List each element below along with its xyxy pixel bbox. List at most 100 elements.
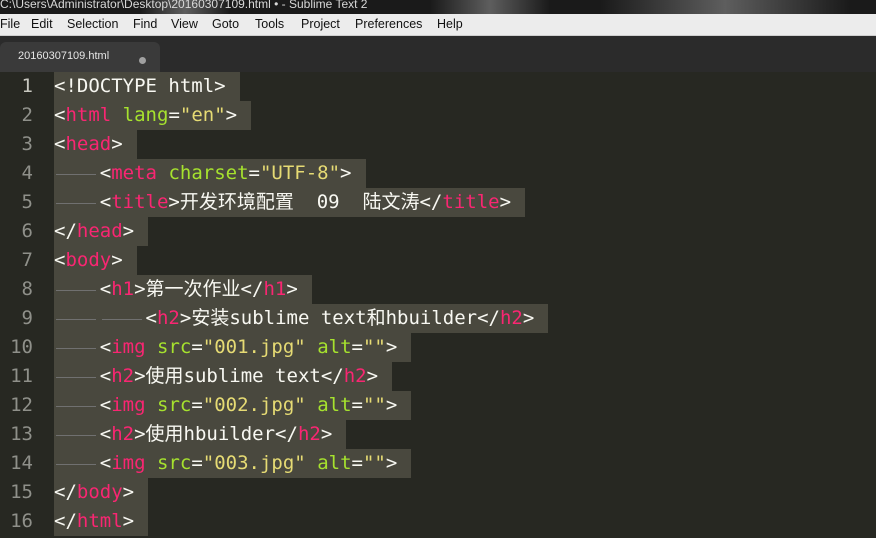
code-token: "" [362, 452, 386, 474]
code-token: h1 [263, 278, 287, 300]
code-line-text: <!DOCTYPE html> [54, 75, 226, 97]
unsaved-dot-icon[interactable] [139, 57, 146, 64]
code-token: > [111, 133, 123, 155]
code-line[interactable]: <title>开发环境配置 09 陆文涛</title> [54, 188, 526, 217]
menu-find[interactable]: Find [133, 17, 157, 31]
code-token: >安装sublime text和hbuilder</ [179, 307, 500, 329]
code-token: = [351, 336, 363, 358]
indent-guide [54, 159, 100, 188]
menu-preferences[interactable]: Preferences [355, 17, 422, 31]
code-token: head [76, 220, 123, 242]
menu-project[interactable]: Project [301, 17, 340, 31]
line-number: 5 [21, 191, 33, 213]
code-token: >使用hbuilder</ [134, 423, 298, 445]
code-line[interactable]: <h2>使用sublime text</h2> [54, 362, 393, 391]
code-token: alt [317, 452, 352, 474]
code-line-text: </html> [54, 510, 134, 532]
code-token: "003.jpg" [202, 452, 306, 474]
code-line-text: <h2>使用sublime text</h2> [54, 365, 378, 387]
code-token: < [54, 133, 66, 155]
code-token: img [111, 336, 146, 358]
code-editor[interactable]: 1 2 3 4 5 6 7 8 9 10 11 12 13 14 15 16 <!DOCTYPE html> <… [0, 72, 876, 538]
code-token: img [111, 452, 146, 474]
code-token: >使用sublime text</ [134, 365, 344, 387]
line-number: 8 [21, 278, 33, 300]
code-token: h2 [343, 365, 367, 387]
menu-selection[interactable]: Selection [67, 17, 118, 31]
code-token: src [157, 452, 192, 474]
code-line[interactable]: <body> [54, 246, 137, 275]
code-line-text: </body> [54, 481, 134, 503]
code-token: < [99, 162, 112, 184]
code-token: > [122, 220, 135, 242]
line-number: 14 [10, 452, 33, 474]
code-token: <!DOCTYPE html> [54, 75, 226, 97]
code-line[interactable]: <meta charset="UTF-8"> [54, 159, 366, 188]
code-line-text: <img src="001.jpg" alt=""> [54, 336, 397, 358]
code-line[interactable]: </head> [54, 217, 149, 246]
line-number: 7 [21, 249, 33, 271]
code-token: > [286, 278, 298, 300]
code-line[interactable]: <img src="003.jpg" alt=""> [54, 449, 412, 478]
code-line[interactable]: <h2>安装sublime text和hbuilder</h2> [54, 304, 549, 333]
code-token: < [99, 365, 112, 387]
code-token: body [76, 481, 123, 503]
code-line[interactable]: <html lang="en"> [54, 101, 252, 130]
indent-guide [54, 420, 100, 449]
code-token: > [111, 249, 123, 271]
code-token: < [54, 249, 66, 271]
code-token: < [54, 104, 66, 126]
code-line[interactable]: <head> [54, 130, 137, 159]
tab-bar: 20160307109.html [0, 36, 876, 72]
titlebar-background-streak [600, 0, 850, 14]
menu-file[interactable]: File [0, 17, 20, 31]
code-token: title [111, 191, 169, 213]
code-line[interactable]: </body> [54, 478, 149, 507]
code-token: lang [122, 104, 169, 126]
code-token: = [191, 394, 203, 416]
code-token: > [366, 365, 379, 387]
code-line-text: <head> [54, 133, 123, 155]
tab-label: 20160307109.html [18, 50, 110, 62]
code-line[interactable]: </html> [54, 507, 149, 536]
code-token: < [145, 307, 157, 329]
code-token: "en" [179, 104, 226, 126]
line-number: 4 [21, 162, 33, 184]
code-line[interactable]: <!DOCTYPE html> [54, 72, 240, 101]
code-line-text: <body> [54, 249, 123, 271]
line-number: 12 [10, 394, 33, 416]
menu-help[interactable]: Help [437, 17, 463, 31]
code-token: src [157, 394, 192, 416]
code-line[interactable]: <h2>使用hbuilder</h2> [54, 420, 347, 449]
code-line[interactable]: <img src="002.jpg" alt=""> [54, 391, 412, 420]
line-number: 13 [10, 423, 33, 445]
code-token: > [122, 481, 135, 503]
code-line-text: <h1>第一次作业</h1> [54, 278, 298, 300]
menu-view[interactable]: View [171, 17, 198, 31]
menu-goto[interactable]: Goto [212, 17, 239, 31]
titlebar-background-streak [430, 0, 550, 14]
code-token: h2 [111, 423, 135, 445]
code-line[interactable]: <h1>第一次作业</h1> [54, 275, 312, 304]
line-number: 11 [10, 365, 33, 387]
code-line-text: <img src="002.jpg" alt=""> [54, 394, 397, 416]
code-token: < [99, 423, 112, 445]
code-token: h2 [156, 307, 180, 329]
menu-edit[interactable]: Edit [31, 17, 53, 31]
code-token: </ [54, 510, 77, 532]
code-token: > [340, 162, 352, 184]
code-token: = [191, 336, 203, 358]
code-token: = [248, 162, 260, 184]
indent-guide [54, 275, 100, 304]
code-token: img [111, 394, 146, 416]
menu-tools[interactable]: Tools [255, 17, 284, 31]
code-line[interactable]: <img src="001.jpg" alt=""> [54, 333, 412, 362]
code-token: alt [317, 336, 352, 358]
code-token: </ [54, 481, 77, 503]
tab-file[interactable]: 20160307109.html [0, 42, 160, 72]
line-number: 10 [10, 336, 33, 358]
